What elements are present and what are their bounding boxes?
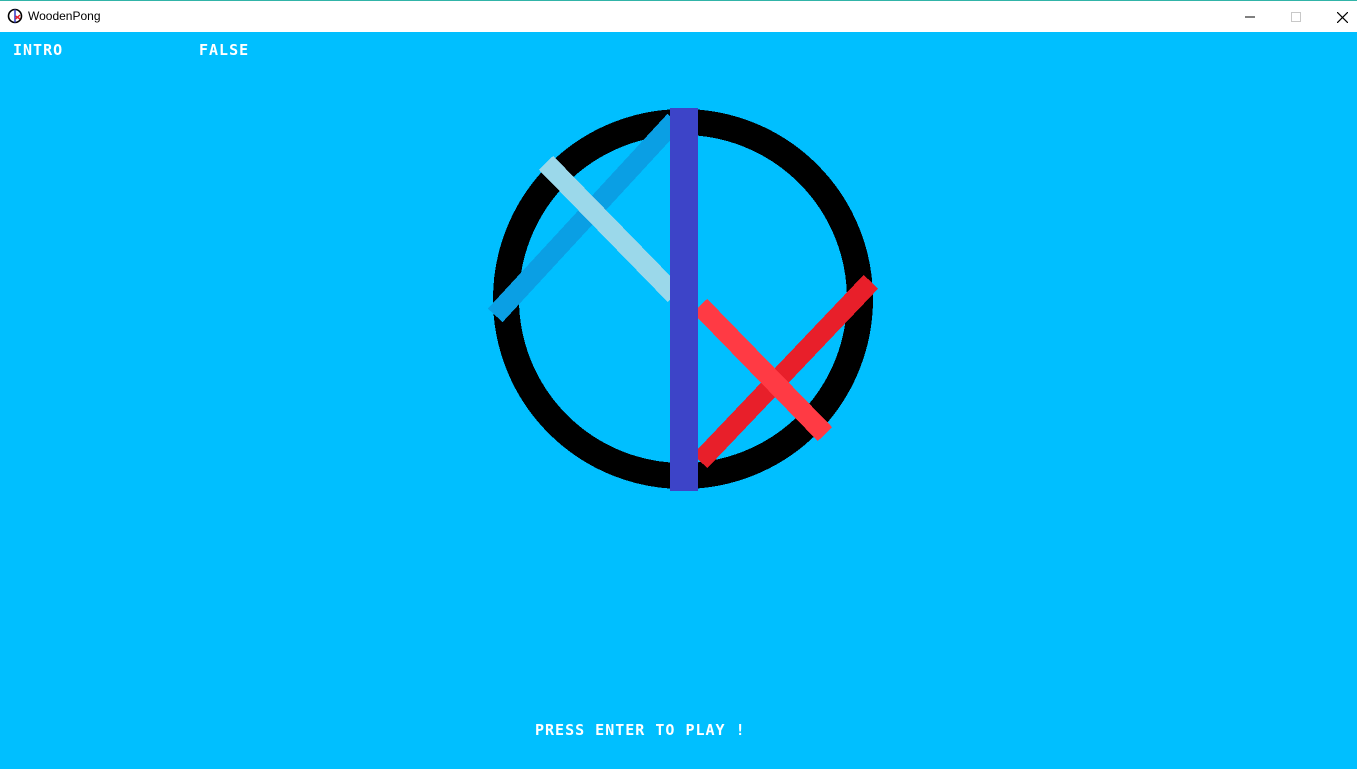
center-bar: [670, 108, 698, 491]
maximize-icon: [1291, 12, 1301, 22]
pong-logo: [487, 108, 879, 491]
maximize-button[interactable]: [1273, 2, 1319, 32]
minimize-icon: [1245, 12, 1255, 22]
close-icon: [1336, 11, 1348, 23]
wooden-pong-app-icon: [7, 8, 23, 24]
press-enter-prompt: PRESS ENTER TO PLAY !: [535, 721, 746, 739]
close-button[interactable]: [1319, 2, 1357, 32]
window-title: WoodenPong: [28, 9, 101, 23]
app-window: WoodenPong INTRO FALSE PRESS ENTER TO PL…: [0, 0, 1357, 769]
title-bar[interactable]: WoodenPong: [0, 2, 1357, 32]
game-canvas[interactable]: INTRO FALSE PRESS ENTER TO PLAY !: [0, 32, 1357, 769]
minimize-button[interactable]: [1227, 2, 1273, 32]
